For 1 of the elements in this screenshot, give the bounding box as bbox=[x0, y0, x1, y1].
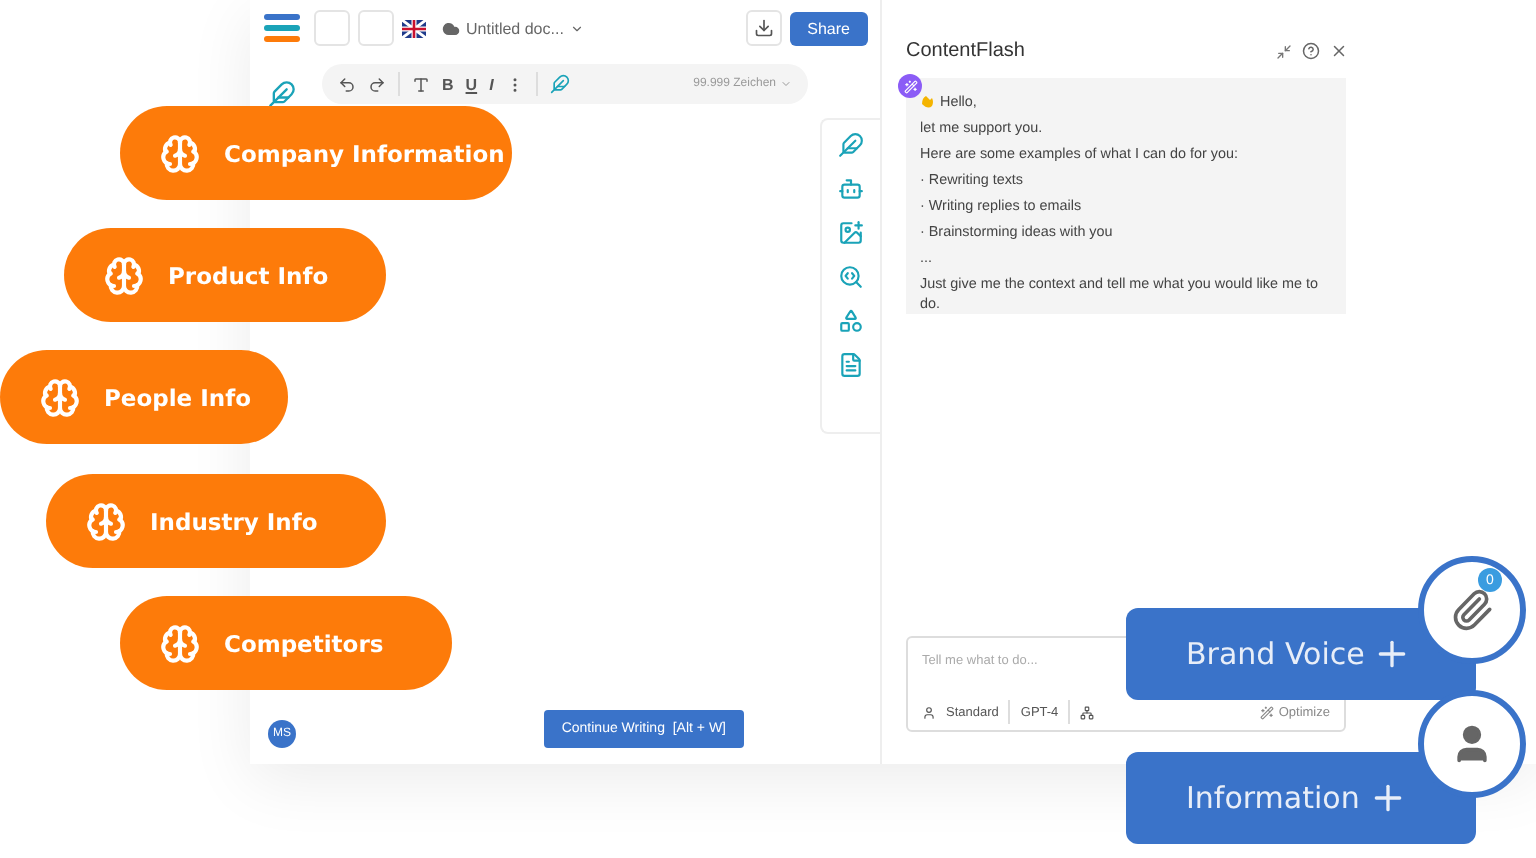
panel-title: ContentFlash bbox=[906, 40, 1025, 62]
